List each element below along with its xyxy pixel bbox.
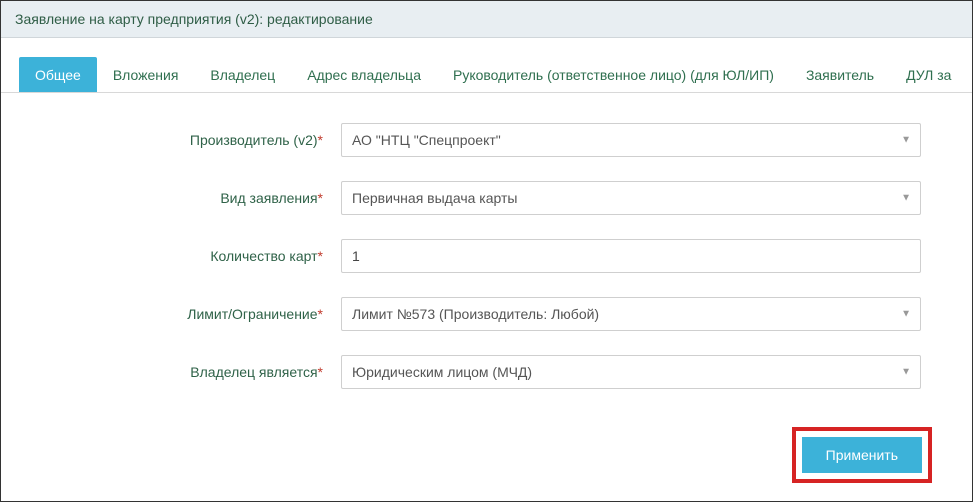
form-area: Производитель (v2)* АО "НТЦ "Спецпроект"… — [1, 93, 972, 423]
select-application-type[interactable]: Первичная выдача карты ▼ — [341, 181, 921, 215]
label-text: Производитель (v2) — [190, 132, 318, 148]
select-application-type-value: Первичная выдача карты — [341, 181, 921, 215]
label-text: Лимит/Ограничение — [187, 306, 317, 322]
required-mark: * — [318, 190, 323, 206]
select-limit-value: Лимит №573 (Производитель: Любой) — [341, 297, 921, 331]
required-mark: * — [318, 364, 323, 380]
select-manufacturer[interactable]: АО "НТЦ "Спецпроект" ▼ — [341, 123, 921, 157]
tab-owner[interactable]: Владелец — [194, 57, 291, 93]
label-manufacturer: Производитель (v2)* — [41, 132, 341, 148]
required-mark: * — [318, 306, 323, 322]
actions-bar: Применить — [1, 427, 972, 483]
page-header: Заявление на карту предприятия (v2): ред… — [1, 1, 972, 38]
tab-owner-address[interactable]: Адрес владельца — [291, 57, 437, 93]
required-mark: * — [318, 132, 323, 148]
field-row-limit: Лимит/Ограничение* Лимит №573 (Производи… — [41, 297, 932, 331]
apply-button[interactable]: Применить — [802, 437, 922, 473]
label-card-count: Количество карт* — [41, 248, 341, 264]
tabs-bar: Общее Вложения Владелец Адрес владельца … — [1, 56, 972, 93]
tab-dul[interactable]: ДУЛ за — [890, 57, 967, 93]
input-card-count[interactable] — [341, 239, 921, 273]
tab-attachments[interactable]: Вложения — [97, 57, 195, 93]
required-mark: * — [318, 248, 323, 264]
tab-applicant[interactable]: Заявитель — [790, 57, 890, 93]
label-text: Количество карт — [210, 248, 317, 264]
page-title: Заявление на карту предприятия (v2): ред… — [15, 11, 373, 27]
field-row-application-type: Вид заявления* Первичная выдача карты ▼ — [41, 181, 932, 215]
field-row-owner-is: Владелец является* Юридическим лицом (МЧ… — [41, 355, 932, 389]
field-row-card-count: Количество карт* — [41, 239, 932, 273]
select-manufacturer-value: АО "НТЦ "Спецпроект" — [341, 123, 921, 157]
select-owner-is[interactable]: Юридическим лицом (МЧД) ▼ — [341, 355, 921, 389]
label-text: Вид заявления — [220, 190, 317, 206]
tab-general[interactable]: Общее — [19, 57, 97, 93]
input-card-count-wrap — [341, 239, 921, 273]
select-owner-is-value: Юридическим лицом (МЧД) — [341, 355, 921, 389]
select-limit[interactable]: Лимит №573 (Производитель: Любой) ▼ — [341, 297, 921, 331]
label-limit: Лимит/Ограничение* — [41, 306, 341, 322]
field-row-manufacturer: Производитель (v2)* АО "НТЦ "Спецпроект"… — [41, 123, 932, 157]
label-application-type: Вид заявления* — [41, 190, 341, 206]
tab-responsible[interactable]: Руководитель (ответственное лицо) (для Ю… — [437, 57, 790, 93]
label-owner-is: Владелец является* — [41, 364, 341, 380]
apply-button-highlight: Применить — [792, 427, 932, 483]
label-text: Владелец является — [190, 364, 317, 380]
